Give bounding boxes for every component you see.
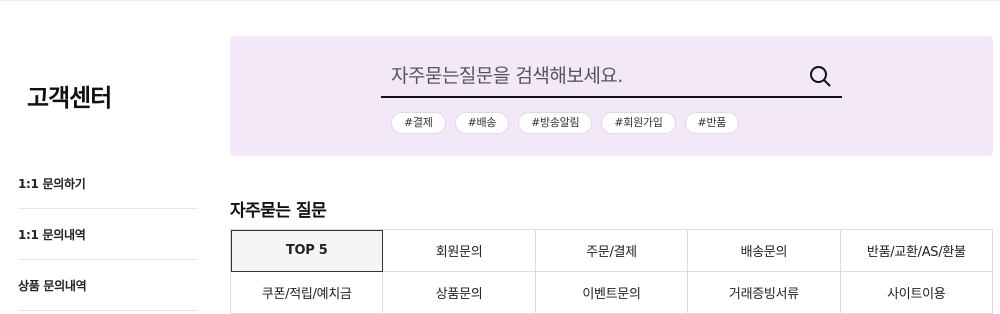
tab-delivery[interactable]: 배송문의 bbox=[688, 230, 841, 272]
sidebar-item-inquiry-history[interactable]: 1:1 문의내역 bbox=[18, 209, 198, 260]
tab-site-usage[interactable]: 사이트이용 bbox=[840, 272, 993, 314]
sidebar-title: 고객센터 bbox=[27, 84, 112, 112]
tab-order-payment[interactable]: 주문/결제 bbox=[535, 230, 689, 272]
tab-return-exchange[interactable]: 반품/교환/AS/환불 bbox=[840, 230, 993, 272]
sidebar-item-inquiry[interactable]: 1:1 문의하기 bbox=[18, 158, 198, 209]
tag-return[interactable]: #반품 bbox=[684, 112, 740, 134]
search-box bbox=[381, 56, 842, 98]
tab-event[interactable]: 이벤트문의 bbox=[535, 272, 689, 314]
tab-top5[interactable]: TOP 5 bbox=[231, 230, 384, 272]
tag-payment[interactable]: #결제 bbox=[391, 112, 446, 134]
tag-broadcast-alert[interactable]: #방송알림 bbox=[518, 112, 593, 134]
sidebar-item-label: 1:1 문의하기 bbox=[18, 177, 86, 191]
sidebar: 고객센터 1:1 문의하기 1:1 문의내역 상품 문의내역 bbox=[18, 0, 198, 314]
tag-delivery[interactable]: #배송 bbox=[454, 112, 510, 134]
tab-transaction-docs[interactable]: 거래증빙서류 bbox=[688, 272, 841, 314]
tab-member[interactable]: 회원문의 bbox=[383, 230, 536, 272]
tag-signup[interactable]: #회원가입 bbox=[601, 112, 676, 134]
sidebar-item-label: 1:1 문의내역 bbox=[18, 228, 86, 242]
faq-category-tabs: TOP 5 회원문의 주문/결제 배송문의 반품/교환/AS/환불 쿠폰/적립/… bbox=[230, 229, 993, 314]
sidebar-item-product-inquiry-history[interactable]: 상품 문의내역 bbox=[18, 260, 198, 311]
faq-title: 자주묻는 질문 bbox=[230, 201, 327, 221]
search-icon[interactable] bbox=[808, 64, 832, 88]
tab-coupon-points[interactable]: 쿠폰/적립/예치금 bbox=[231, 272, 384, 314]
search-panel: #결제 #배송 #방송알림 #회원가입 #반품 bbox=[230, 36, 993, 156]
tab-product[interactable]: 상품문의 bbox=[383, 272, 536, 314]
sidebar-item-label: 상품 문의내역 bbox=[18, 279, 87, 293]
search-input[interactable] bbox=[391, 60, 791, 92]
search-tags: #결제 #배송 #방송알림 #회원가입 #반품 bbox=[391, 112, 740, 134]
